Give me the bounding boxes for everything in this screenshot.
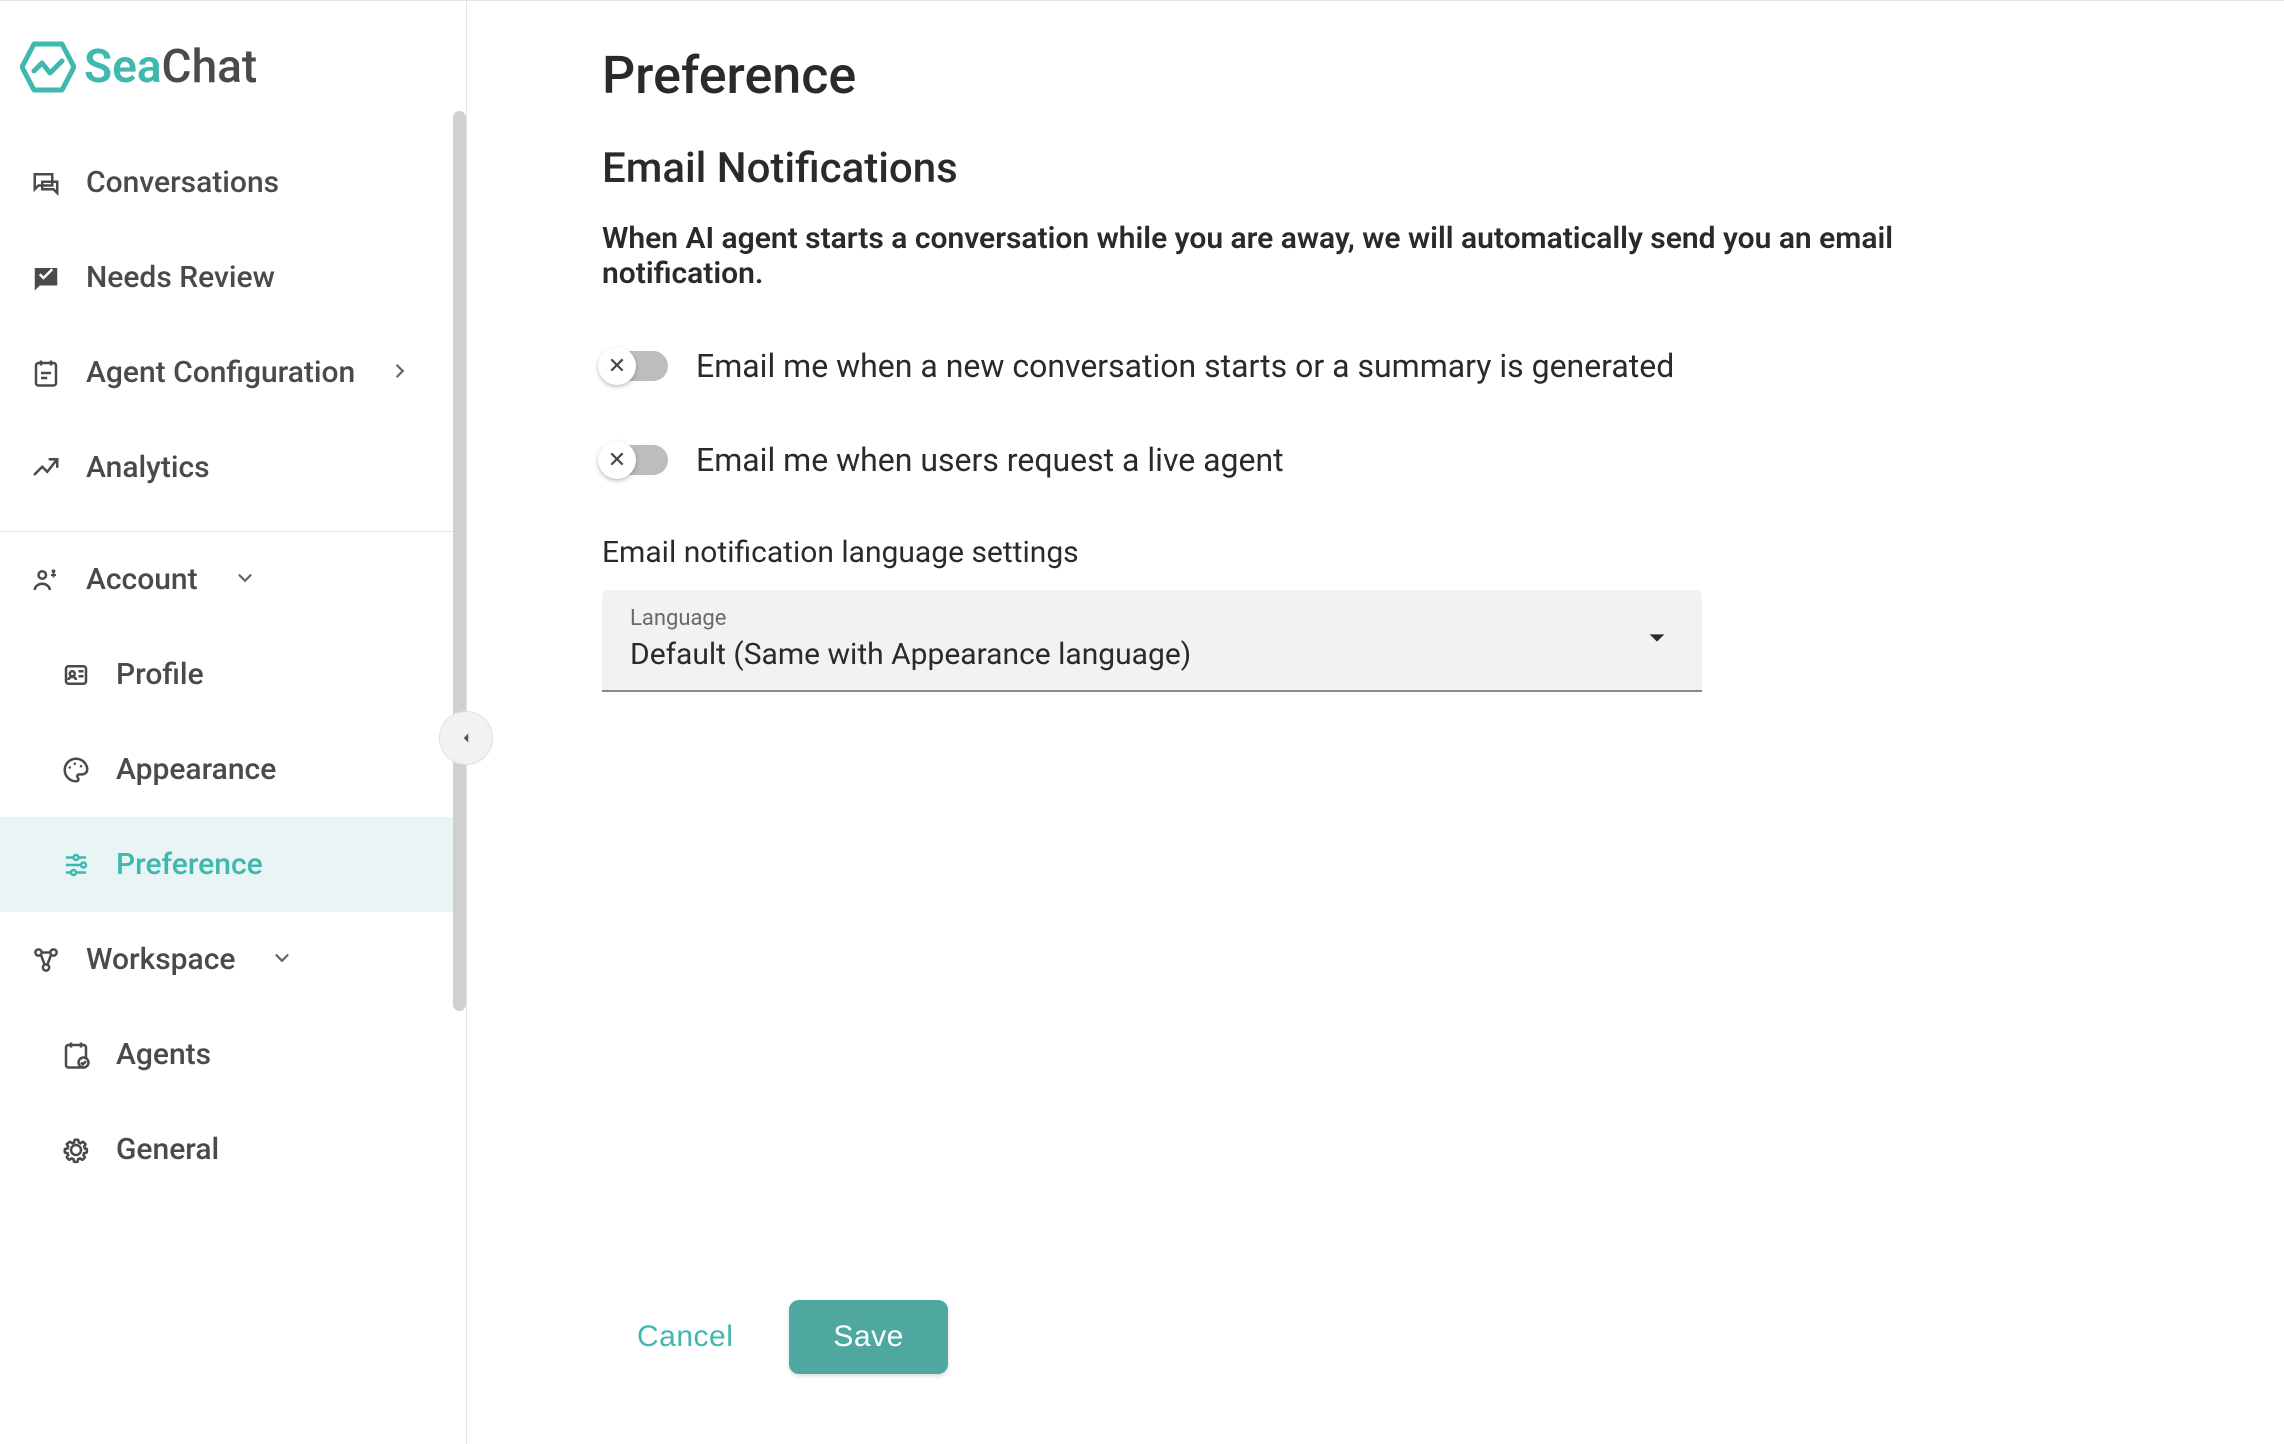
sidebar-group-workspace[interactable]: Workspace xyxy=(0,912,466,1007)
sidebar-group-account[interactable]: Account xyxy=(0,532,466,627)
sidebar-item-agent-configuration[interactable]: Agent Configuration xyxy=(0,325,466,420)
sidebar-item-label: Conversations xyxy=(86,165,279,200)
sidebar-item-label: Agents xyxy=(116,1037,211,1072)
review-icon xyxy=(30,262,62,294)
workspace-icon xyxy=(30,944,62,976)
toggle-thumb: ✕ xyxy=(598,347,636,385)
logo[interactable]: SeaChat xyxy=(0,21,466,135)
sidebar-item-label: General xyxy=(116,1132,219,1167)
main-content: Preference Email Notifications When AI a… xyxy=(467,1,2284,1444)
toggle-label: Email me when users request a live agent xyxy=(696,441,1284,479)
sidebar-item-conversations[interactable]: Conversations xyxy=(0,135,466,230)
toggle-thumb: ✕ xyxy=(598,441,636,479)
select-float-label: Language xyxy=(630,606,1674,631)
logo-text-chat: Chat xyxy=(162,40,258,94)
toggle-new-conversation[interactable]: ✕ xyxy=(602,351,668,381)
general-icon xyxy=(60,1134,92,1166)
page-title: Preference xyxy=(602,45,2044,106)
sidebar-item-label: Needs Review xyxy=(86,260,275,295)
chevron-right-icon xyxy=(389,355,411,390)
sidebar-item-label: Agent Configuration xyxy=(86,355,355,390)
action-bar: Cancel Save xyxy=(637,1300,948,1374)
sidebar-item-general[interactable]: General xyxy=(0,1102,466,1197)
logo-text-sea: Sea xyxy=(84,40,162,94)
dropdown-arrow-icon xyxy=(1646,627,1668,653)
chat-icon xyxy=(30,167,62,199)
chevron-down-icon xyxy=(271,942,293,977)
sidebar-item-preference[interactable]: Preference xyxy=(0,817,466,912)
select-value: Default (Same with Appearance language) xyxy=(630,637,1674,672)
sidebar-item-needs-review[interactable]: Needs Review xyxy=(0,230,466,325)
language-settings-label: Email notification language settings xyxy=(602,535,2044,570)
sidebar-item-label: Analytics xyxy=(86,450,210,485)
cancel-button[interactable]: Cancel xyxy=(637,1320,733,1354)
config-icon xyxy=(30,357,62,389)
preference-icon xyxy=(60,849,92,881)
section-title: Email Notifications xyxy=(602,144,2044,193)
collapse-sidebar-button[interactable] xyxy=(439,711,493,765)
save-button[interactable]: Save xyxy=(789,1300,947,1374)
sidebar-item-appearance[interactable]: Appearance xyxy=(0,722,466,817)
toggle-row-new-conversation: ✕ Email me when a new conversation start… xyxy=(602,347,2044,385)
scrollbar[interactable] xyxy=(453,111,466,1011)
sidebar-item-analytics[interactable]: Analytics xyxy=(0,420,466,515)
sidebar-item-label: Profile xyxy=(116,657,204,692)
sidebar-item-label: Appearance xyxy=(116,752,276,787)
sidebar: SeaChat Conversations Needs Review xyxy=(0,1,467,1444)
toggle-live-agent[interactable]: ✕ xyxy=(602,445,668,475)
chevron-down-icon xyxy=(234,562,256,597)
language-select[interactable]: Language Default (Same with Appearance l… xyxy=(602,590,1702,692)
sidebar-item-agents[interactable]: Agents xyxy=(0,1007,466,1102)
appearance-icon xyxy=(60,754,92,786)
toggle-label: Email me when a new conversation starts … xyxy=(696,347,1674,385)
toggle-row-live-agent: ✕ Email me when users request a live age… xyxy=(602,441,2044,479)
sidebar-group-label: Workspace xyxy=(86,942,235,977)
logo-icon xyxy=(20,39,76,95)
sidebar-group-label: Account xyxy=(86,562,198,597)
account-icon xyxy=(30,564,62,596)
profile-icon xyxy=(60,659,92,691)
agents-icon xyxy=(60,1039,92,1071)
section-description: When AI agent starts a conversation whil… xyxy=(602,221,2044,291)
analytics-icon xyxy=(30,452,62,484)
sidebar-item-label: Preference xyxy=(116,847,263,882)
sidebar-item-profile[interactable]: Profile xyxy=(0,627,466,722)
